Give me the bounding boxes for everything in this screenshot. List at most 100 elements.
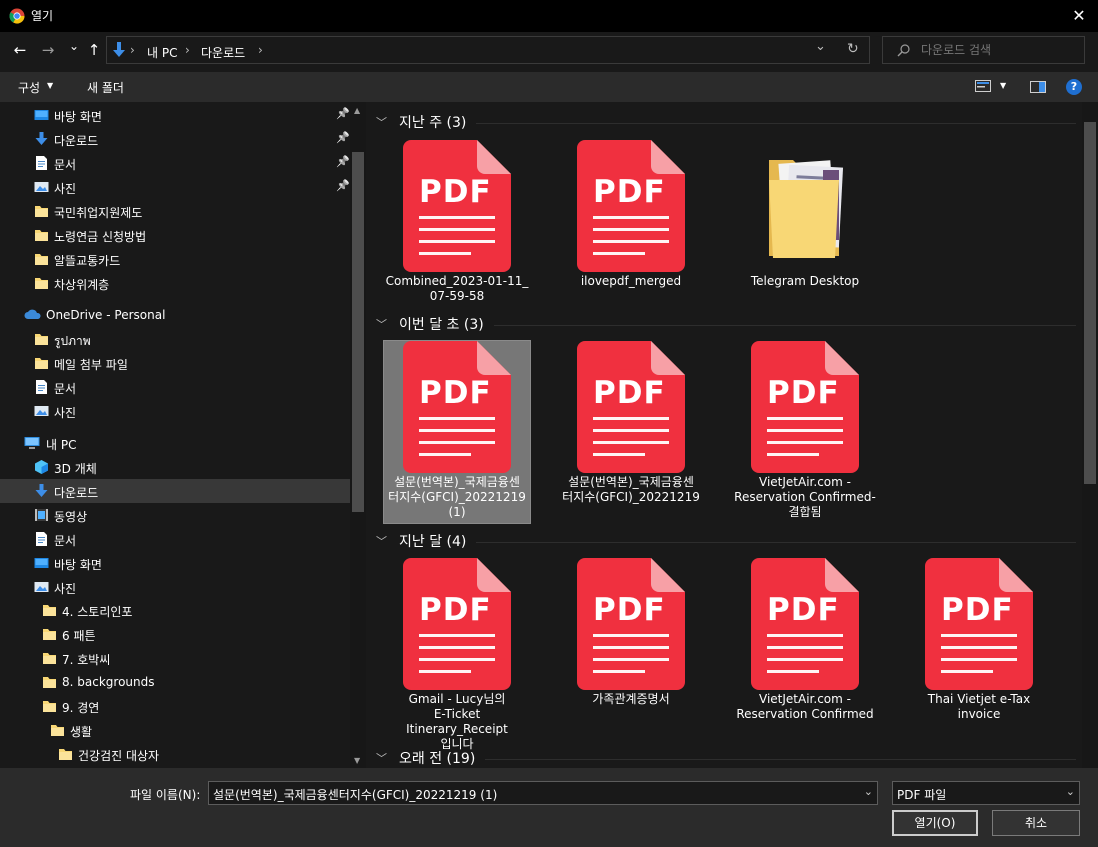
breadcrumb-this-pc[interactable]: 내 PC bbox=[147, 44, 177, 61]
this-pc-item[interactable]: 동영상 bbox=[0, 503, 350, 527]
onedrive-item[interactable]: 문서 bbox=[0, 375, 350, 399]
pdf-file-item[interactable]: PDF Gmail - Lucy님의 E-Ticket Itinerary_Rec… bbox=[384, 558, 530, 751]
group-divider bbox=[476, 542, 1076, 543]
pdf-file-item[interactable]: PDF VietJetAir.com - Reservation Confirme… bbox=[732, 341, 878, 523]
pdf-badge-label: PDF bbox=[593, 592, 666, 628]
help-icon[interactable]: ? bbox=[1066, 79, 1082, 95]
organize-button[interactable]: 구성 bbox=[18, 79, 40, 96]
folder-icon bbox=[43, 701, 56, 712]
pictures-subfolder-item[interactable]: 건강검진 대상자 bbox=[0, 742, 350, 766]
sidebar-scroll-down-icon[interactable]: ▼ bbox=[354, 756, 360, 765]
filename-combobox[interactable]: 설문(번역본)_국제금융센터지수(GFCI)_20221219 (1) ⌄ bbox=[208, 781, 878, 805]
sidebar-item-label: 국민취업지원제도 bbox=[54, 206, 143, 220]
cancel-button[interactable]: 취소 bbox=[992, 810, 1080, 836]
desktop-icon bbox=[34, 558, 49, 568]
chevron-down-icon[interactable]: ﹀ bbox=[376, 750, 387, 766]
refresh-icon[interactable]: ↻ bbox=[847, 41, 859, 57]
download-icon bbox=[35, 132, 48, 145]
video-icon bbox=[35, 509, 48, 521]
quick-access-item[interactable]: 문서 📌 bbox=[0, 151, 350, 175]
group-header[interactable]: ﹀ 오래 전 (19) bbox=[376, 748, 1076, 768]
filename-value[interactable]: 설문(번역본)_국제금융센터지수(GFCI)_20221219 (1) bbox=[213, 786, 497, 803]
pdf-file-item[interactable]: PDF 가족관계증명서 bbox=[558, 558, 704, 740]
filetype-value[interactable]: PDF 파일 bbox=[897, 786, 946, 803]
pdf-file-item[interactable]: PDF 설문(번역본)_국제금융센 터지수(GFCI)_20221219 bbox=[558, 341, 704, 523]
sidebar-item-icon bbox=[34, 484, 49, 498]
onedrive-item[interactable]: รูปภาพ bbox=[0, 327, 350, 351]
this-pc-item[interactable]: 다운로드 bbox=[0, 479, 350, 503]
quick-access-item[interactable]: 알뜰교통카드 bbox=[0, 247, 350, 271]
pdf-file-item[interactable]: PDF ilovepdf_merged bbox=[558, 140, 704, 322]
file-list-view: ﹀ 지난 주 (3) PDF Combined_2023-01-11_ 07-59-5… bbox=[368, 102, 1082, 768]
sidebar-item-label: 사진 bbox=[54, 582, 77, 596]
sidebar-item-icon bbox=[34, 332, 49, 346]
view-options-button[interactable] bbox=[975, 80, 991, 92]
pictures-subfolder-item[interactable]: 9. 경연 bbox=[0, 694, 350, 718]
search-box[interactable] bbox=[882, 36, 1085, 64]
quick-access-item[interactable]: 다운로드 📌 bbox=[0, 127, 350, 151]
content-scrollbar-thumb[interactable] bbox=[1084, 122, 1096, 484]
document-icon bbox=[36, 532, 47, 546]
this-pc-item[interactable]: 사진 bbox=[0, 575, 350, 599]
chevron-down-icon[interactable]: ﹀ bbox=[376, 114, 387, 130]
this-pc-item[interactable]: 바탕 화면 bbox=[0, 551, 350, 575]
group-header[interactable]: ﹀ 이번 달 초 (3) bbox=[376, 314, 1076, 334]
this-pc-item[interactable]: 3D 개체 bbox=[0, 455, 350, 479]
pictures-subfolder-item[interactable]: 7. 호박씨 bbox=[0, 646, 350, 670]
pdf-badge-label: PDF bbox=[767, 375, 840, 411]
forward-button[interactable]: → bbox=[38, 40, 58, 60]
folder-item[interactable]: Telegram Desktop bbox=[732, 140, 878, 322]
sidebar-item-icon bbox=[50, 723, 65, 737]
this-pc-root[interactable]: 내 PC bbox=[0, 431, 350, 455]
onedrive-root[interactable]: OneDrive - Personal bbox=[0, 303, 350, 327]
sidebar-item-label: OneDrive - Personal bbox=[46, 308, 166, 322]
breadcrumb-downloads[interactable]: 다운로드 bbox=[201, 44, 245, 61]
pictures-subfolder-item[interactable]: 8. backgrounds bbox=[0, 670, 350, 694]
pictures-subfolder-item[interactable]: 생활 bbox=[0, 718, 350, 742]
sidebar-item-icon bbox=[34, 108, 49, 122]
sidebar-item-icon bbox=[24, 436, 40, 450]
forward-arrow-icon: → bbox=[41, 41, 55, 59]
sidebar-item-icon bbox=[34, 404, 49, 418]
chevron-down-icon[interactable]: ﹀ bbox=[376, 533, 387, 549]
new-folder-button[interactable]: 새 폴더 bbox=[87, 79, 124, 96]
back-button[interactable]: ← bbox=[10, 40, 30, 60]
quick-access-item[interactable]: 사진 📌 bbox=[0, 175, 350, 199]
quick-access-item[interactable]: 국민취업지원제도 bbox=[0, 199, 350, 223]
download-icon bbox=[35, 484, 48, 497]
onedrive-item[interactable]: 사진 bbox=[0, 399, 350, 423]
chevron-down-icon[interactable]: ﹀ bbox=[376, 316, 387, 332]
open-button[interactable]: 열기(O) bbox=[892, 810, 978, 836]
pictures-subfolder-item[interactable]: 6 패튼 bbox=[0, 622, 350, 646]
pin-icon: 📌 bbox=[336, 131, 350, 144]
pdf-file-item[interactable]: PDF Combined_2023-01-11_ 07-59-58 bbox=[384, 140, 530, 322]
filetype-select[interactable]: PDF 파일 ⌄ bbox=[892, 781, 1080, 805]
pictures-icon bbox=[34, 406, 49, 416]
onedrive-item[interactable]: 메일 첨부 파일 bbox=[0, 351, 350, 375]
quick-access-item[interactable]: 노령연금 신청방법 bbox=[0, 223, 350, 247]
search-icon bbox=[897, 44, 910, 57]
preview-pane-button[interactable] bbox=[1030, 81, 1046, 96]
pdf-file-item[interactable]: PDF 설문(번역본)_국제금융센 터지수(GFCI)_20221219 (1) bbox=[383, 340, 531, 524]
address-history-dropdown[interactable]: ⌄ bbox=[815, 39, 826, 54]
group-header[interactable]: ﹀ 지난 주 (3) bbox=[376, 112, 1076, 132]
close-button[interactable]: ✕ bbox=[1060, 0, 1098, 30]
sidebar-item-label: 동영상 bbox=[54, 510, 88, 524]
quick-access-item[interactable]: 차상위계층 bbox=[0, 271, 350, 295]
up-button[interactable]: ↑ bbox=[84, 40, 104, 60]
pdf-file-item[interactable]: PDF VietJetAir.com - Reservation Confirme… bbox=[732, 558, 878, 740]
sidebar-item-icon bbox=[34, 356, 49, 370]
view-dropdown-icon[interactable]: ▼ bbox=[1000, 81, 1006, 90]
chevron-down-icon[interactable]: ⌄ bbox=[1066, 785, 1075, 798]
pictures-subfolder-item[interactable]: 4. 스토리인포 bbox=[0, 598, 350, 622]
pdf-file-item[interactable]: PDF Thai Vietjet e-Tax invoice bbox=[906, 558, 1052, 740]
sidebar-scroll-up-icon[interactable]: ▲ bbox=[354, 106, 360, 115]
sidebar-scrollbar-thumb[interactable] bbox=[352, 152, 364, 512]
group-header[interactable]: ﹀ 지난 달 (4) bbox=[376, 531, 1076, 551]
recent-locations-button[interactable]: ⌄ bbox=[64, 36, 84, 56]
chevron-down-icon[interactable]: ⌄ bbox=[864, 785, 873, 798]
quick-access-item[interactable]: 바탕 화면 📌 bbox=[0, 103, 350, 127]
address-bar[interactable]: › 내 PC › 다운로드 › ⌄ ↻ bbox=[106, 36, 870, 64]
search-input[interactable] bbox=[921, 41, 1071, 59]
this-pc-item[interactable]: 문서 bbox=[0, 527, 350, 551]
